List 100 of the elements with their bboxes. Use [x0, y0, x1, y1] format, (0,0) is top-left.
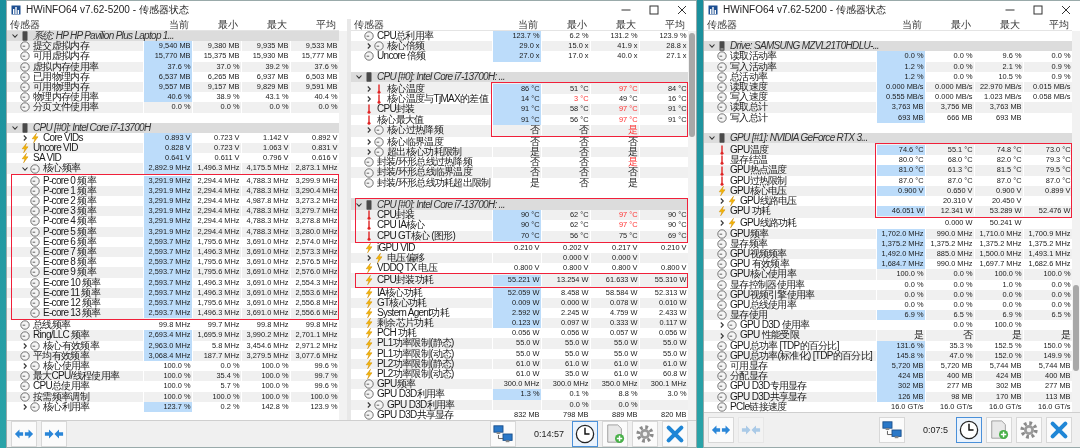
gauge-icon	[717, 371, 727, 382]
column-header[interactable]: 传感器	[351, 19, 492, 30]
sensor-name: CPU总使用率	[33, 381, 90, 392]
scrollbar[interactable]	[339, 31, 347, 420]
column-header[interactable]: 最大	[241, 19, 290, 30]
column-header[interactable]: 最小	[192, 19, 241, 30]
sensor-name: 封装/环形总线功耗超出限制	[377, 177, 491, 188]
sensor-name: 读取总计	[730, 102, 768, 113]
gauge-icon	[717, 102, 727, 113]
group-row[interactable]: GPU [#1]: NVIDIA GeForce RTX 3...	[704, 132, 1072, 144]
chip-icon	[364, 200, 374, 211]
column-header[interactable]: 传感器	[7, 19, 143, 30]
sensor-name: 虚拟内存使用率	[33, 61, 99, 72]
document-add-icon	[605, 423, 625, 444]
sensor-name: IA核心功耗	[377, 287, 423, 298]
gauge-icon	[20, 61, 30, 72]
column-header[interactable]: 最大	[974, 19, 1023, 30]
sensor-name: GPU热点温度	[730, 165, 787, 176]
nav-button[interactable]	[11, 420, 37, 447]
sensor-name: P-core 3 频率	[43, 206, 96, 217]
column-header[interactable]: 平均	[1023, 19, 1072, 30]
gauge-icon	[717, 61, 727, 72]
lightning-icon	[364, 242, 374, 253]
nav-button[interactable]	[41, 420, 67, 447]
sensor-name: PL2功率限制(动态)	[377, 369, 454, 379]
lightning-icon	[717, 185, 727, 196]
sensor-name: E-core 9 频率	[43, 267, 96, 278]
gauge-icon	[717, 391, 727, 402]
sensor-name: P-core 1 频率	[43, 185, 96, 196]
column-header[interactable]: 最小	[925, 19, 974, 30]
table-cell: 否	[492, 124, 541, 135]
gauge-icon	[30, 340, 40, 351]
sensor-name: E-core 7 频率	[43, 246, 96, 257]
gauge-icon	[717, 279, 727, 290]
lightning-icon	[364, 297, 374, 308]
sensor-name: GT核心功耗	[377, 297, 427, 308]
lightning-icon	[364, 287, 374, 298]
group-title: CPU [#0]: Intel Core i7-13700H: ...	[377, 200, 505, 210]
column-header[interactable]: 当前	[143, 19, 192, 30]
sensor-name: 核心过热降频	[387, 124, 443, 135]
drive-icon	[717, 41, 727, 52]
sensor-name: 可用显存	[730, 361, 768, 372]
table-row[interactable]: 封装/环形总线临界温度 否 否 否	[351, 167, 688, 178]
column-header[interactable]: 最小	[541, 19, 590, 30]
sensor-name: 已用物理内存	[33, 71, 89, 82]
sensor-name: GPU 性能受限	[740, 330, 799, 341]
sensor-name: GPU D3D共享显存	[730, 391, 807, 402]
lightning-icon	[374, 253, 384, 264]
sensor-name: GPU核心电压	[730, 185, 787, 196]
sensor-name: P-core 4 频率	[43, 216, 96, 227]
sensor-name: P-core 5 频率	[43, 226, 96, 237]
gauge-icon	[374, 147, 384, 158]
sensor-name: System Agent功耗	[377, 307, 449, 318]
scrollbar-thumb[interactable]	[1073, 285, 1079, 371]
gauge-icon	[717, 92, 727, 103]
group-row[interactable]: CPU [#0]: Intel Core i7-13700H	[7, 122, 339, 133]
sensor-name: E-core 10 频率	[43, 277, 101, 288]
app-icon	[11, 5, 21, 15]
column-header[interactable]: 平均	[290, 19, 339, 30]
scrollbar[interactable]	[688, 31, 696, 420]
gauge-icon	[20, 371, 30, 382]
gauge-icon	[30, 361, 40, 372]
sensor-name: 显存结温	[730, 155, 768, 166]
group-row[interactable]: Drive: SAMSUNG MZVL21T0HDLU-...	[704, 41, 1072, 52]
column-header[interactable]: 平均	[639, 19, 688, 30]
column-header[interactable]: 最大	[590, 19, 639, 30]
gauge-icon	[717, 112, 727, 123]
sensor-name: 读取活动率	[730, 51, 777, 62]
nav-button[interactable]	[708, 416, 734, 443]
sensor-name: GPU频率	[730, 228, 769, 239]
group-row[interactable]: CPU [#0]: Intel Core i7-13700H: ...	[351, 71, 688, 82]
gauge-icon	[364, 51, 374, 62]
group-row[interactable]: CPU [#0]: Intel Core i7-13700H: ...	[351, 198, 688, 211]
group-title: CPU [#0]: Intel Core i7-13700H	[33, 122, 151, 133]
gauge-icon	[30, 267, 40, 278]
gauge-icon	[30, 185, 40, 196]
table-row[interactable]: GPU 性能受限 是 否 是 是	[704, 330, 1072, 341]
chip-icon	[20, 122, 30, 133]
toolbar-button[interactable]	[956, 416, 982, 443]
lightning-icon	[364, 338, 374, 349]
scrollbar-thumb[interactable]	[689, 33, 695, 137]
column-header[interactable]: 当前	[876, 19, 925, 30]
gauge-icon	[717, 228, 727, 239]
toolbar-button[interactable]	[572, 420, 598, 447]
sensor-name: CPU封装	[377, 210, 415, 221]
table-row[interactable]: 超出核心功耗限制 是 否 是	[351, 147, 688, 158]
column-header[interactable]: 传感器	[704, 19, 876, 30]
column-header[interactable]: 当前	[492, 19, 541, 30]
gauge-icon	[30, 175, 40, 186]
group-row[interactable]: 系统: HP HP Pavilion Plus Laptop 1...	[7, 31, 339, 42]
gauge-icon	[20, 320, 30, 331]
scrollbar[interactable]	[1072, 31, 1080, 412]
sensor-name: GPU D3D专用显存	[730, 381, 807, 392]
sensor-name: 写入总计	[730, 112, 768, 123]
sensor-name: 总线频率	[33, 320, 71, 331]
close-icon	[1061, 5, 1071, 15]
elapsed-time: 0:14:57	[533, 428, 564, 439]
gauge-icon	[364, 379, 374, 390]
sensor-name: GPU线路功耗	[740, 218, 797, 229]
window-title: HWiNFO64 v7.62-5200 - 传感器状态	[26, 3, 189, 17]
